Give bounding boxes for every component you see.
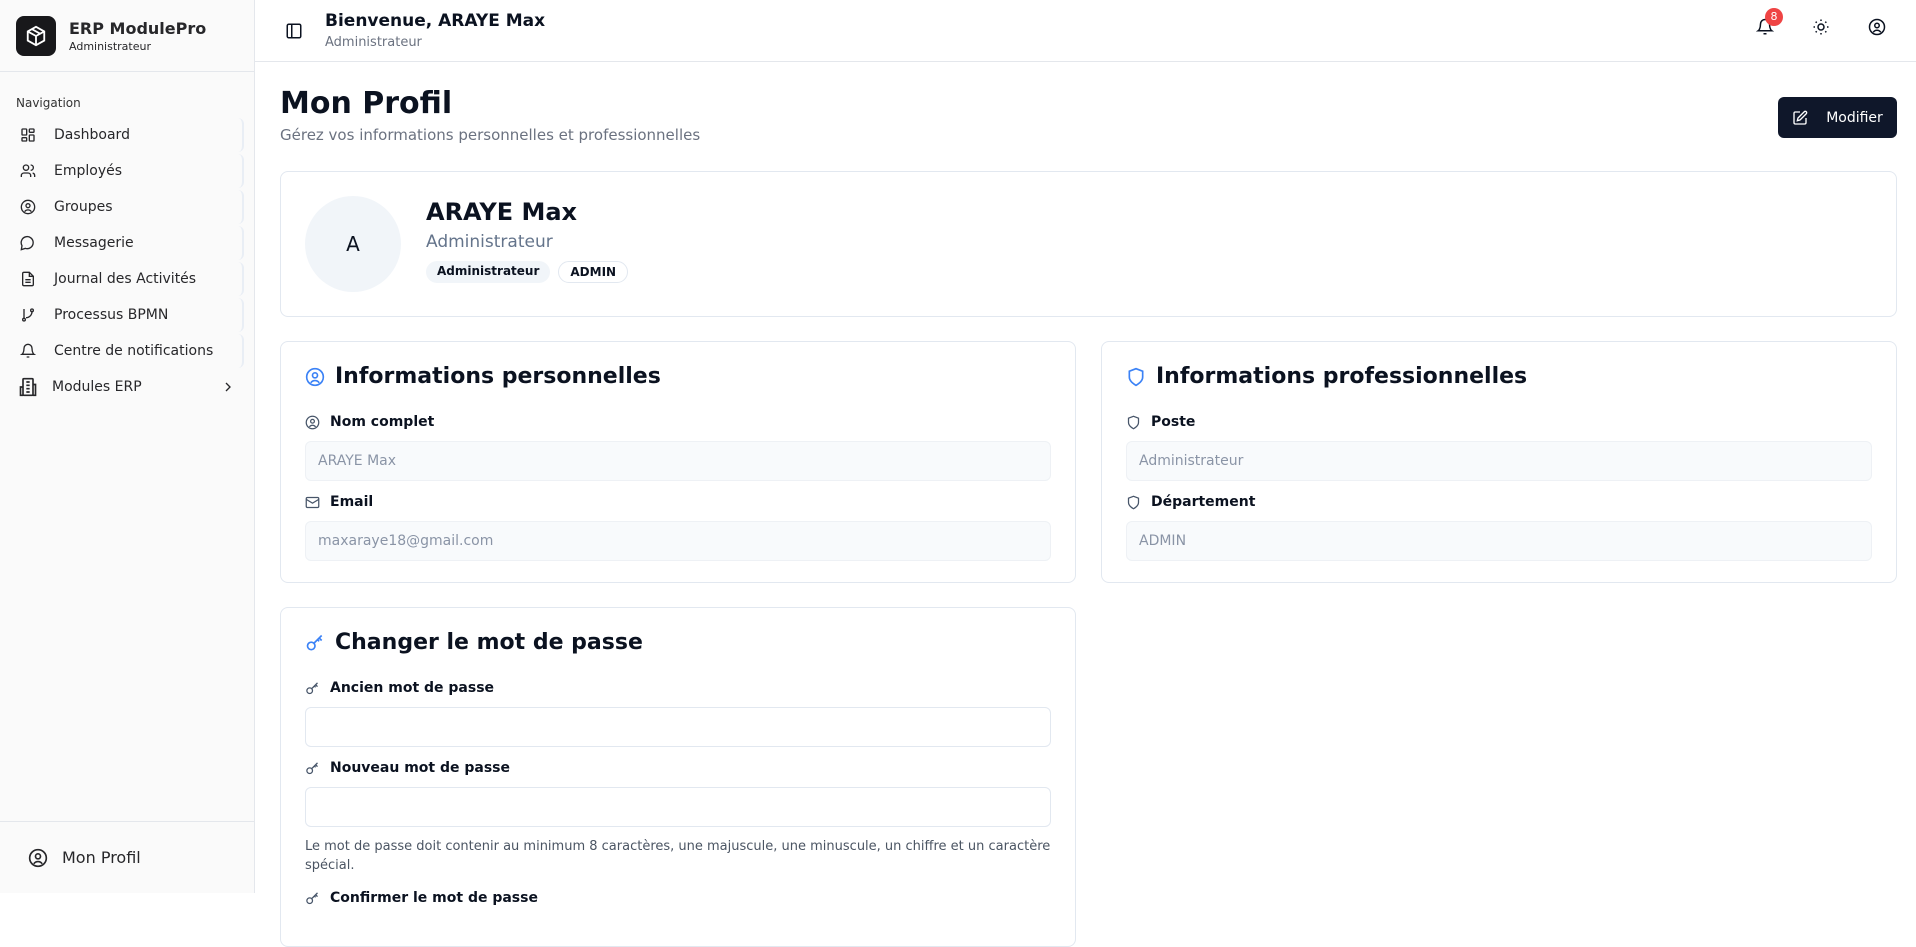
poste-field[interactable]: Administrateur — [1126, 441, 1872, 481]
sidebar-item-journal[interactable]: Journal des Activités — [14, 262, 244, 296]
card-title: Informations professionnelles — [1156, 364, 1528, 389]
users-icon — [20, 164, 36, 177]
sidebar-item-messagerie[interactable]: Messagerie — [14, 226, 244, 260]
sidebar-item-employes[interactable]: Employés — [14, 154, 244, 188]
user-circle-icon — [20, 199, 36, 215]
edit-profile-button[interactable]: Modifier — [1778, 97, 1897, 138]
edit-label: Modifier — [1826, 109, 1883, 126]
notifications-button[interactable]: 8 — [1755, 8, 1783, 40]
sidebar-item-label: Employés — [54, 163, 123, 179]
department-field[interactable]: ADMIN — [1126, 521, 1872, 561]
profile-name: ARAYE Max — [426, 198, 578, 226]
mail-icon — [305, 496, 320, 508]
brand: ERP ModulePro Administrateur — [0, 0, 254, 72]
profile-card: A ARAYE Max Administrateur Administrateu… — [280, 171, 1897, 317]
sidebar-item-label: Dashboard — [54, 127, 130, 143]
role-badge: Administrateur — [426, 261, 551, 283]
sidebar-item-label: Centre de notifications — [54, 343, 214, 359]
password-card: Changer le mot de passe Ancien mot de pa… — [280, 607, 1076, 947]
brand-title: ERP ModulePro — [69, 18, 207, 38]
sidebar-item-dashboard[interactable]: Dashboard — [14, 118, 244, 152]
field-label: Email — [330, 494, 374, 510]
chevron-right-icon — [225, 382, 231, 392]
professional-info-card: Informations professionnelles Poste Admi… — [1101, 341, 1897, 583]
key-icon — [306, 761, 318, 774]
message-icon — [20, 236, 34, 251]
card-title: Informations personnelles — [335, 364, 661, 389]
card-title: Changer le mot de passe — [335, 630, 643, 655]
shield-icon — [1128, 367, 1144, 386]
email-field[interactable]: maxaraye18@gmail.com — [305, 521, 1051, 561]
department-badge: ADMIN — [558, 261, 629, 283]
welcome-subtitle: Administrateur — [325, 35, 422, 50]
password-hint: Le mot de passe doit contenir au minimum… — [305, 839, 1051, 873]
sidebar-item-label: Journal des Activités — [54, 271, 197, 287]
field-label: Nouveau mot de passe — [330, 760, 511, 776]
sidebar-item-label: Modules ERP — [52, 379, 142, 395]
sidebar-item-label: Messagerie — [54, 235, 134, 251]
sidebar-profile-label: Mon Profil — [62, 848, 141, 867]
new-password-input[interactable] — [305, 787, 1051, 827]
dashboard-icon — [21, 128, 35, 142]
sidebar-item-groupes[interactable]: Groupes — [14, 190, 244, 224]
field-label: Département — [1151, 494, 1256, 510]
field-label: Poste — [1151, 414, 1196, 430]
user-menu-icon[interactable] — [1868, 18, 1886, 36]
old-password-input[interactable] — [305, 707, 1051, 747]
key-icon — [306, 634, 323, 650]
sidebar-item-bpmn[interactable]: Processus BPMN — [14, 298, 244, 332]
bell-icon — [20, 343, 36, 358]
full-name-field[interactable]: ARAYE Max — [305, 441, 1051, 481]
user-circle-icon — [28, 848, 48, 867]
sidebar-item-label: Groupes — [54, 199, 113, 215]
sidebar-item-notifications[interactable]: Centre de notifications — [14, 334, 244, 368]
sun-icon[interactable] — [1812, 18, 1830, 36]
main-content: Mon Profil Gérez vos informations person… — [255, 62, 1916, 947]
field-label: Nom complet — [330, 414, 435, 430]
package-icon — [16, 15, 56, 56]
sidebar-toggle-icon[interactable] — [285, 22, 303, 40]
page-title: Mon Profil — [280, 86, 453, 121]
avatar: A — [305, 196, 401, 292]
brand-subtitle: Administrateur — [69, 39, 151, 53]
key-icon — [306, 681, 318, 694]
top-header: Bienvenue, ARAYE Max Administrateur 8 — [255, 0, 1916, 62]
nav-section-label: Navigation — [16, 96, 81, 110]
notification-badge: 8 — [1765, 8, 1783, 26]
page-subtitle: Gérez vos informations personnelles et p… — [280, 126, 701, 144]
welcome-title: Bienvenue, ARAYE Max — [325, 11, 546, 31]
edit-icon — [1793, 110, 1808, 125]
shield-icon — [1127, 495, 1140, 509]
shield-icon — [1127, 415, 1140, 429]
sidebar-profile-link[interactable]: Mon Profil — [0, 821, 254, 893]
field-label: Ancien mot de passe — [330, 680, 495, 696]
sidebar-item-label: Processus BPMN — [54, 307, 169, 323]
sidebar-item-modules-erp[interactable]: Modules ERP — [14, 370, 244, 404]
personal-info-card: Informations personnelles Nom complet AR… — [280, 341, 1076, 583]
profile-role: Administrateur — [426, 232, 553, 252]
file-text-icon — [22, 271, 34, 287]
field-label: Confirmer le mot de passe — [330, 890, 538, 906]
user-circle-icon — [305, 367, 325, 386]
building-icon — [19, 377, 37, 397]
user-circle-icon — [305, 415, 320, 429]
git-branch-icon — [22, 308, 34, 322]
sidebar: ERP ModulePro Administrateur Navigation … — [0, 0, 255, 893]
